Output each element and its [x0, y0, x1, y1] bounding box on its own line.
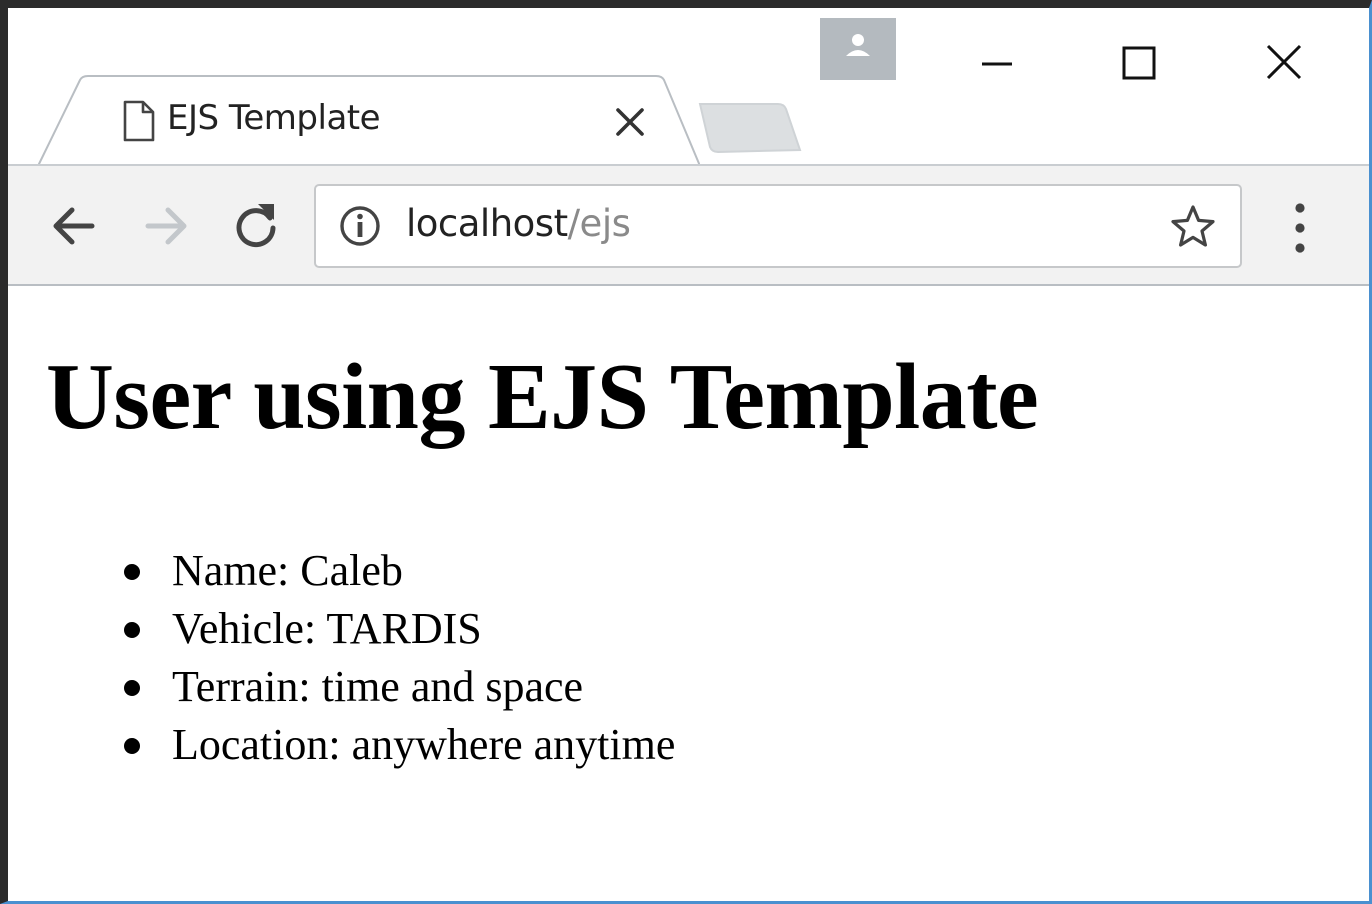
list-item-text: Terrain: time and space: [172, 662, 584, 711]
list-item-name: Name: Caleb: [118, 542, 675, 600]
bullet-icon: [124, 738, 140, 754]
list-item-terrain: Terrain: time and space: [118, 658, 675, 716]
back-arrow-icon[interactable]: [46, 198, 102, 254]
url-host: localhost: [406, 202, 568, 245]
list-item-text: Name: Caleb: [172, 546, 403, 595]
bullet-icon: [124, 622, 140, 638]
list-item-vehicle: Vehicle: TARDIS: [118, 600, 675, 658]
kebab-menu-icon[interactable]: [1280, 200, 1320, 256]
person-icon: [846, 34, 870, 56]
new-tab-icon[interactable]: [694, 100, 806, 156]
bullet-icon: [124, 680, 140, 696]
list-item-location: Location: anywhere anytime: [118, 716, 675, 774]
title-bar: EJS Template: [8, 8, 1369, 167]
page-heading: User using EJS Template: [46, 345, 1039, 449]
browser-toolbar: localhost/ejs: [8, 164, 1369, 286]
address-bar[interactable]: localhost/ejs: [314, 184, 1242, 268]
tab-ejs-template[interactable]: EJS Template: [36, 74, 700, 170]
tab-title: EJS Template: [167, 98, 381, 138]
page-content: User using EJS Template Name: Caleb Vehi…: [8, 286, 1369, 901]
info-icon[interactable]: [336, 202, 384, 250]
user-details-list: Name: Caleb Vehicle: TARDIS Terrain: tim…: [118, 542, 675, 774]
bullet-icon: [124, 564, 140, 580]
tab-close-icon[interactable]: [610, 102, 650, 142]
window-close-icon[interactable]: [1254, 38, 1314, 90]
list-item-text: Vehicle: TARDIS: [172, 604, 482, 653]
browser-window: EJS Template localhost/ejs User using EJ…: [0, 0, 1372, 904]
url-path: /ejs: [567, 202, 631, 245]
url-text[interactable]: localhost/ejs: [406, 202, 631, 245]
bookmark-star-icon[interactable]: [1168, 202, 1218, 252]
reload-icon[interactable]: [228, 198, 284, 254]
minimize-icon[interactable]: [966, 38, 1026, 90]
profile-button[interactable]: [820, 18, 896, 80]
list-item-text: Location: anywhere anytime: [172, 720, 676, 769]
forward-arrow-icon[interactable]: [138, 198, 194, 254]
document-icon: [123, 100, 155, 142]
maximize-icon[interactable]: [1110, 38, 1170, 90]
